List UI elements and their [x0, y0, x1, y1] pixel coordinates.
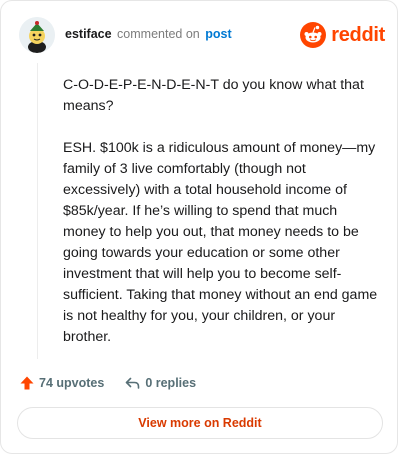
upvotes[interactable]: 74 upvotes: [19, 375, 104, 391]
upvotes-label: 74 upvotes: [39, 376, 105, 390]
action-text: commented on: [117, 27, 200, 41]
comment-paragraph: ESH. $100k is a ridiculous amount of mon…: [63, 140, 378, 345]
username-link[interactable]: estiface: [65, 27, 112, 41]
comment-paragraph: C-O-D-E-P-E-N-D-E-N-T do you know what t…: [63, 77, 364, 114]
comment-body: C-O-D-E-P-E-N-D-E-N-T do you know what t…: [63, 75, 381, 369]
reddit-logo-icon: [300, 22, 327, 48]
upvote-arrow-icon: [20, 376, 34, 390]
avatar[interactable]: [19, 17, 55, 53]
reddit-wordmark: reddit: [331, 23, 385, 46]
replies[interactable]: 0 replies: [124, 375, 196, 391]
comment-meta: estiface commented on post: [65, 27, 232, 41]
view-more-button[interactable]: View more on Reddit: [17, 407, 383, 439]
post-link[interactable]: post: [205, 27, 231, 41]
reddit-brand[interactable]: reddit: [300, 21, 385, 49]
comment-header: estiface commented on post reddit: [19, 17, 385, 53]
comment-card: estiface commented on post reddit C-O-D-…: [0, 0, 398, 454]
reply-icon: [126, 377, 140, 389]
comment-footer: 74 upvotes 0 replies: [19, 373, 196, 393]
thread-line: [37, 63, 38, 359]
replies-label: 0 replies: [145, 376, 197, 390]
